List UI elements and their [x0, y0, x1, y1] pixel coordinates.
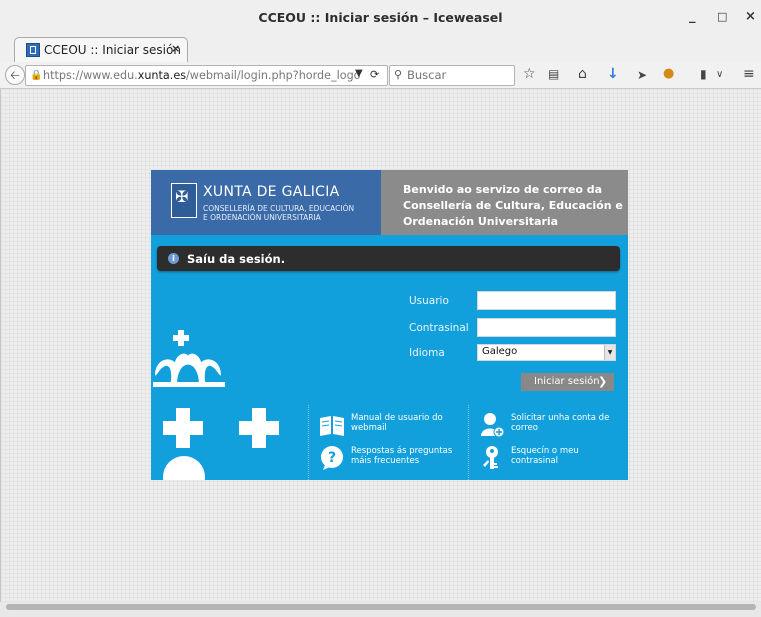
overflow-chevron-icon[interactable]: ∨ [716, 69, 723, 80]
manual-link[interactable]: Manual de usuario do webmail [319, 412, 469, 442]
question-icon: ? [321, 446, 343, 470]
faq-link-text[interactable]: Respostas ás preguntas máis frecuentes [351, 446, 466, 466]
url-history-dropdown-icon[interactable]: ▼ [355, 68, 363, 79]
navigation-bar: 🡠 🔒 https://www.edu.xunta.es/webmail/log… [0, 62, 761, 89]
language-label: Idioma [409, 347, 445, 359]
links-divider [308, 405, 309, 480]
password-label: Contrasinal [409, 322, 469, 334]
back-button[interactable]: 🡠 [5, 65, 25, 85]
key-icon [483, 446, 498, 469]
forgot-password-link[interactable]: Esquecín o meu contrasinal [479, 445, 628, 475]
menu-icon[interactable]: ≡ [743, 66, 755, 82]
lock-icon: 🔒 [30, 70, 43, 81]
site-favicon-icon [26, 43, 40, 57]
bookmark-star-icon[interactable]: ☆ [523, 66, 536, 82]
close-window-button[interactable]: × [745, 9, 756, 24]
tab-login[interactable]: CCEOU :: Iniciar sesión × [14, 37, 188, 63]
url-prefix: https://www.edu. [43, 69, 138, 82]
org-subtitle-line2: E ORDENACIÓN UNIVERSITARIA [203, 213, 321, 222]
org-subtitle: CONSELLERÍA DE CULTURA, EDUCACIÓN E ORDE… [203, 204, 354, 222]
home-icon[interactable]: ⌂ [578, 66, 587, 82]
search-bar[interactable]: ⚲ [389, 65, 515, 86]
language-select[interactable]: Galego ▼ [477, 344, 616, 361]
login-panel: ✠ XUNTA DE GALICIA CONSELLERÍA DE CULTUR… [151, 170, 628, 480]
header-logo-area: ✠ XUNTA DE GALICIA CONSELLERÍA DE CULTUR… [151, 170, 381, 235]
url-text[interactable]: https://www.edu.xunta.es/webmail/login.p… [43, 69, 363, 82]
logout-notice: i Saíu da sesión. [157, 246, 620, 271]
faq-link[interactable]: ? Respostas ás preguntas máis frecuentes [319, 445, 469, 475]
cross-emblem-icon [239, 408, 279, 448]
forgot-password-link-text[interactable]: Esquecín o meu contrasinal [511, 446, 626, 466]
search-input[interactable] [407, 67, 507, 82]
org-subtitle-line1: CONSELLERÍA DE CULTURA, EDUCACIÓN [203, 204, 355, 213]
chevron-right-icon: ❯ [598, 375, 608, 388]
reading-list-icon[interactable]: ▤ [548, 67, 559, 81]
username-field[interactable] [477, 291, 616, 310]
request-account-link-text[interactable]: Solicitar unha conta de correo [511, 413, 626, 433]
info-icon: i [168, 253, 179, 264]
request-account-link[interactable]: Solicitar unha conta de correo [479, 412, 628, 442]
share-icon[interactable]: ➤ [637, 68, 647, 82]
notice-message: Saíu da sesión. [187, 252, 286, 266]
svg-text:?: ? [328, 450, 336, 466]
downloads-icon[interactable]: ↓ [607, 66, 619, 82]
window-titlebar: CCEOU :: Iniciar sesión – Iceweasel _ □ … [0, 0, 761, 34]
horizontal-scrollbar[interactable] [6, 604, 756, 610]
addon-badge-icon[interactable]: ● [663, 66, 674, 81]
window-title: CCEOU :: Iniciar sesión – Iceweasel [258, 10, 503, 25]
org-name: XUNTA DE GALICIA [203, 184, 340, 200]
cross-emblem-icon [163, 408, 203, 448]
sphere-emblem-icon [163, 456, 205, 480]
tab-label: CCEOU :: Iniciar sesión [44, 43, 181, 57]
welcome-text: Benvido ao servizo de correo da Conselle… [403, 183, 623, 228]
crown-emblem-icon [153, 330, 225, 387]
select-arrow-icon: ▼ [604, 345, 615, 360]
reload-icon[interactable]: ⟳ [370, 68, 379, 81]
xunta-emblem-icon: ✠ [171, 183, 197, 218]
back-arrow-icon: 🡠 [10, 68, 20, 82]
manual-link-text[interactable]: Manual de usuario do webmail [351, 413, 466, 433]
tab-close-icon[interactable]: × [171, 42, 180, 55]
url-domain: xunta.es [137, 69, 187, 82]
sidebar-toggle-icon[interactable]: ▮ [700, 67, 707, 81]
search-icon: ⚲ [394, 68, 403, 81]
username-label: Usuario [409, 295, 449, 307]
book-icon [320, 416, 344, 436]
minimize-button[interactable]: _ [689, 9, 696, 24]
url-bar[interactable]: 🔒 https://www.edu.xunta.es/webmail/login… [25, 65, 388, 86]
url-path: /webmail/login.php?horde_logo [186, 69, 361, 82]
maximize-button[interactable]: □ [717, 10, 727, 23]
header-welcome-area: Benvido ao servizo de correo da Conselle… [381, 170, 628, 235]
add-user-icon [481, 413, 505, 438]
tab-strip: CCEOU :: Iniciar sesión × ✚ [0, 34, 761, 90]
language-selected-value: Galego [482, 346, 518, 357]
login-button[interactable]: Iniciar sesión ❯ [521, 373, 614, 391]
login-button-label: Iniciar sesión [534, 376, 600, 387]
password-field[interactable] [477, 318, 616, 337]
